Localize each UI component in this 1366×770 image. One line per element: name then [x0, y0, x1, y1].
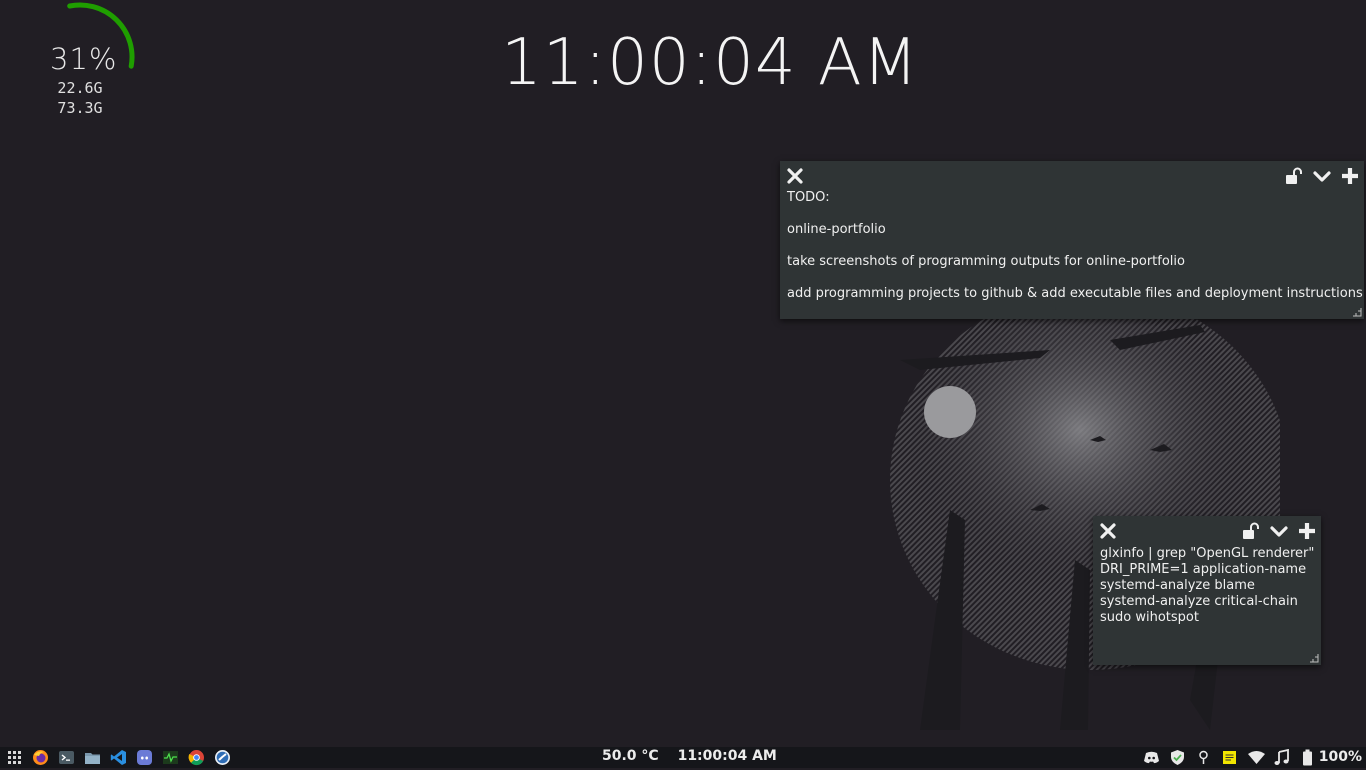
location-icon[interactable]: [1195, 749, 1212, 766]
wallpaper-art: [890, 300, 1280, 730]
unlock-icon[interactable]: [1241, 522, 1261, 540]
disk-usage-widget: 31% 22.6G 73.3G: [40, 0, 170, 120]
disk-total-value: 73.3G: [57, 99, 103, 117]
notes-icon[interactable]: [1221, 749, 1238, 766]
note-line: glxinfo | grep "OpenGL renderer": [1100, 546, 1315, 561]
note-line: online-portfolio: [787, 222, 886, 237]
note-text[interactable]: glxinfo | grep "OpenGL renderer" DRI_PRI…: [1100, 546, 1315, 626]
note-line: take screenshots of programming outputs …: [787, 254, 1185, 269]
firefox-icon[interactable]: [32, 749, 49, 766]
resize-grip-icon[interactable]: [1352, 307, 1362, 317]
note-line: add programming projects to github & add…: [787, 286, 1363, 301]
cpu-temperature: 50.0 °C: [602, 748, 659, 764]
add-note-icon[interactable]: [1340, 167, 1360, 185]
discord-tray-icon[interactable]: [1143, 749, 1160, 766]
chevron-down-icon[interactable]: [1312, 167, 1332, 185]
chrome-icon[interactable]: [188, 749, 205, 766]
system-monitor-icon[interactable]: [162, 749, 179, 766]
close-note-icon[interactable]: [786, 167, 804, 185]
disk-usage-percent: 31%: [50, 42, 118, 76]
desktop-clock: 11:00:04 AM: [501, 26, 919, 100]
note-line: DRI_PRIME=1 application-name: [1100, 562, 1307, 577]
resize-grip-icon[interactable]: [1309, 653, 1319, 663]
disk-used-value: 22.6G: [57, 79, 103, 97]
taskbar: 50.0 °C 11:00:04 AM 100%: [0, 747, 1366, 768]
wifi-icon[interactable]: [1247, 749, 1265, 766]
note-line: TODO:: [787, 190, 830, 205]
taskbar-clock[interactable]: 11:00:04 AM: [678, 748, 777, 764]
sticky-note-todo[interactable]: TODO: online-portfolio take screenshots …: [780, 161, 1364, 319]
music-icon[interactable]: [1273, 748, 1290, 766]
note-line: systemd-analyze critical-chain: [1100, 594, 1298, 609]
apps-grid-icon[interactable]: [6, 749, 23, 766]
note-text[interactable]: TODO: online-portfolio take screenshots …: [787, 190, 1363, 318]
taskbar-launchers: [6, 749, 231, 766]
terminal-icon[interactable]: [58, 749, 75, 766]
browser-icon[interactable]: [214, 749, 231, 766]
close-note-icon[interactable]: [1099, 522, 1117, 540]
note-line: sudo wihotspot: [1100, 610, 1199, 625]
vscode-icon[interactable]: [110, 749, 127, 766]
battery-icon[interactable]: [1299, 749, 1316, 766]
system-tray: 100%: [1143, 748, 1362, 767]
sticky-note-commands[interactable]: glxinfo | grep "OpenGL renderer" DRI_PRI…: [1093, 516, 1321, 665]
battery-percentage: 100%: [1318, 749, 1362, 765]
discord-icon[interactable]: [136, 749, 153, 766]
add-note-icon[interactable]: [1297, 522, 1317, 540]
taskbar-status: 50.0 °C 11:00:04 AM: [602, 748, 791, 764]
unlock-icon[interactable]: [1284, 167, 1304, 185]
shield-icon[interactable]: [1169, 749, 1186, 766]
chevron-down-icon[interactable]: [1269, 522, 1289, 540]
files-icon[interactable]: [84, 749, 101, 766]
note-line: systemd-analyze blame: [1100, 578, 1255, 593]
